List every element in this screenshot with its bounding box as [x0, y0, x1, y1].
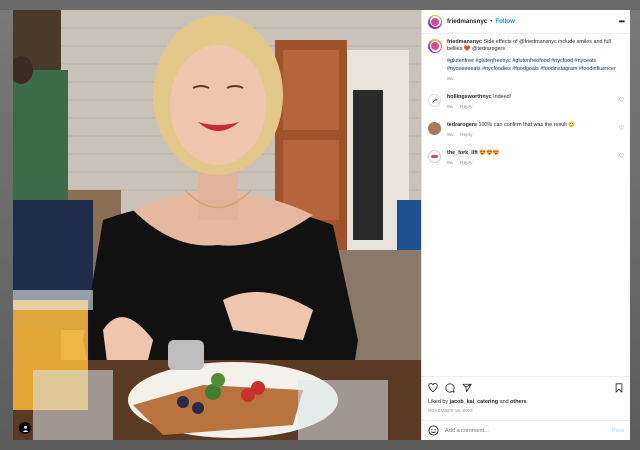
comment-body: tedrarogers 100% can confirm that was th… — [447, 122, 607, 139]
commenter-avatar[interactable] — [428, 122, 441, 136]
post-side-panel: friedmansnyc • Follow ••• friedmansnyc S… — [421, 10, 630, 440]
comment-text: 100% can confirm that was the result 🙂 — [478, 122, 576, 129]
likes-summary: Liked by jacob_kai_catering and others — [428, 399, 624, 405]
commenter-avatar[interactable] — [428, 94, 441, 108]
comment-username[interactable]: the_fork_lift — [447, 150, 478, 156]
comment-username[interactable]: hollingsworthnyc — [447, 94, 492, 100]
emoji-icon[interactable] — [428, 425, 439, 436]
comment-like-icon[interactable]: ♡ — [619, 153, 624, 160]
caption: friedmansnyc Side effects of @friedmansn… — [428, 39, 624, 83]
reply-button[interactable]: Reply — [460, 104, 472, 111]
author-avatar[interactable] — [428, 14, 442, 29]
caption-body: friedmansnyc Side effects of @friedmansn… — [447, 39, 617, 83]
comment-input[interactable] — [445, 427, 595, 434]
photo-illustration — [13, 10, 421, 440]
action-icons — [428, 382, 624, 394]
caption-time: 9w — [447, 76, 454, 82]
post-comment-button[interactable]: Post — [612, 428, 624, 434]
comment-text: 😍😍😍 — [479, 150, 500, 157]
caption-username[interactable]: friedmansnyc — [447, 39, 482, 45]
commenter-avatar[interactable] — [428, 150, 441, 164]
comment-username[interactable]: tedrarogers — [447, 122, 477, 128]
likes-others[interactable]: others — [510, 399, 526, 405]
reply-button[interactable]: Reply — [460, 160, 472, 167]
comment-body: the_fork_lift 😍😍😍 9w Reply — [447, 150, 607, 167]
comment-item: hollingsworthnyc Indeed! 9w Reply ♡ — [428, 94, 624, 111]
caption-hashtags[interactable]: #glutenfree #glutenfreenyc #glutenfreefo… — [447, 58, 616, 71]
reply-button[interactable]: Reply — [460, 132, 472, 139]
post-modal: friedmansnyc • Follow ••• friedmansnyc S… — [13, 10, 630, 440]
comment-time: 9w — [447, 161, 454, 167]
comment-item: the_fork_lift 😍😍😍 9w Reply ♡ — [428, 150, 624, 167]
comment-body: hollingsworthnyc Indeed! 9w Reply — [447, 94, 607, 111]
author-username[interactable]: friedmansnyc — [447, 18, 487, 25]
caption-avatar[interactable] — [428, 39, 442, 53]
likes-user[interactable]: jacob_kai_catering — [450, 399, 499, 405]
post-actions: Liked by jacob_kai_catering and others N… — [422, 376, 630, 420]
comment-time: 9w — [447, 133, 454, 139]
backdrop-band — [0, 0, 640, 10]
share-icon[interactable] — [462, 383, 472, 393]
comment-text: Indeed! — [493, 94, 512, 101]
bookmark-icon[interactable] — [614, 383, 624, 393]
comment-composer: Post — [422, 420, 630, 440]
separator-dot: • — [490, 18, 493, 25]
post-photo[interactable] — [13, 10, 421, 440]
heart-icon[interactable] — [428, 383, 438, 393]
comments-list[interactable]: friedmansnyc Side effects of @friedmansn… — [422, 34, 630, 376]
user-tag-icon[interactable] — [19, 422, 31, 434]
follow-button[interactable]: Follow — [495, 18, 515, 25]
comment-item: tedrarogers 100% can confirm that was th… — [428, 122, 624, 139]
post-header: friedmansnyc • Follow ••• — [422, 10, 630, 34]
comment-like-icon[interactable]: ♡ — [619, 97, 624, 104]
likes-prefix: Liked by — [428, 399, 450, 405]
comment-time: 9w — [447, 105, 454, 111]
post-date: NOVEMBER 18, 2022 — [428, 408, 473, 413]
comment-icon[interactable] — [445, 383, 455, 393]
likes-conj: and — [498, 399, 511, 405]
comment-like-icon[interactable]: ♡ — [619, 125, 624, 132]
more-icon[interactable]: ••• — [619, 17, 625, 26]
